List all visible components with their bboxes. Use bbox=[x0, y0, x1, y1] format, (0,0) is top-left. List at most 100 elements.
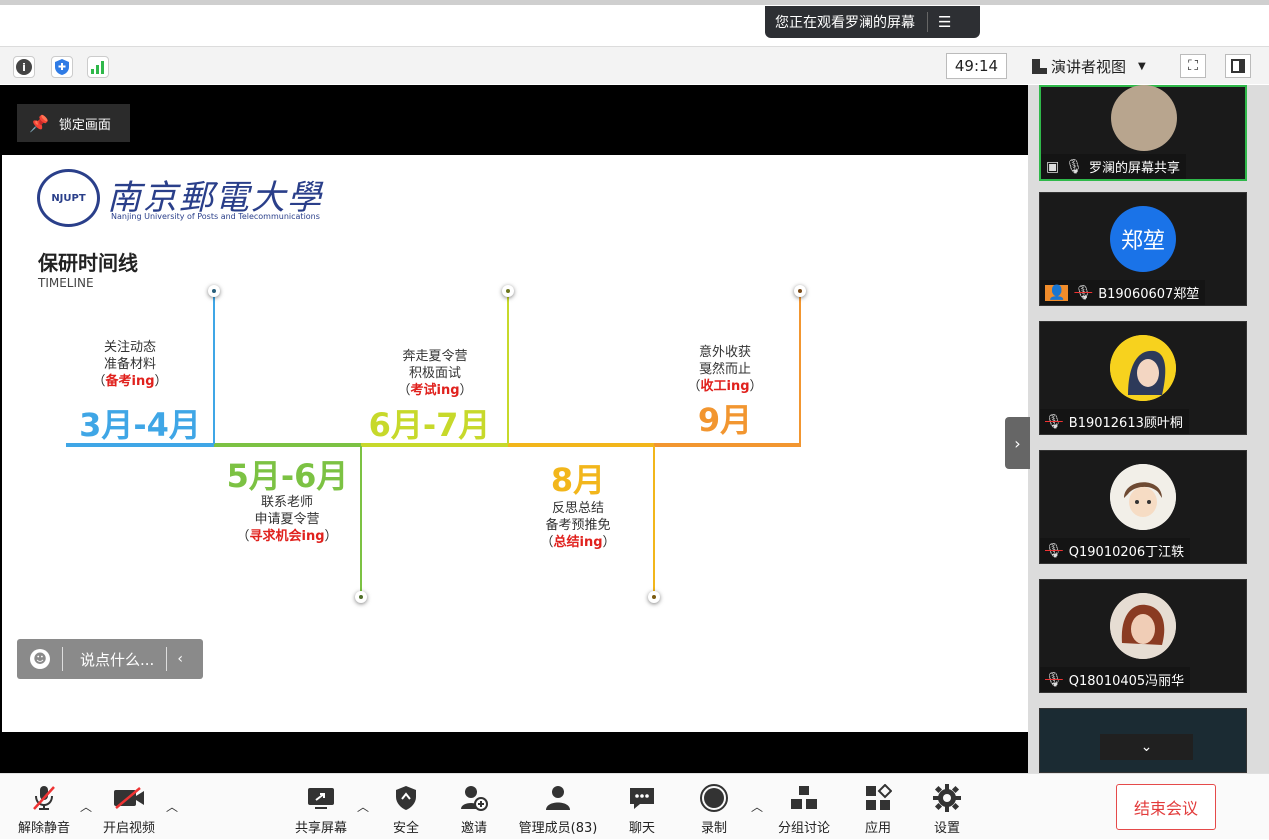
pin-view-button[interactable]: 📌 锁定画面 bbox=[17, 104, 130, 142]
list-icon[interactable]: ☰ bbox=[938, 13, 951, 31]
signal-icon[interactable] bbox=[87, 56, 109, 78]
add-user-icon bbox=[460, 783, 488, 813]
stage-4-line1: 反思总结 bbox=[551, 501, 604, 516]
pin-view-label: 锁定画面 bbox=[58, 117, 111, 133]
university-seal-icon: NJUPT bbox=[37, 169, 100, 227]
timeline-dot-3 bbox=[502, 285, 514, 297]
video-off-icon bbox=[112, 783, 146, 813]
meeting-timer: 49:14 bbox=[946, 53, 1007, 79]
breakout-rooms-button[interactable]: 分组讨论 bbox=[772, 774, 836, 840]
avatar bbox=[1110, 464, 1176, 530]
layout-icon bbox=[1032, 58, 1047, 74]
participant-name-bar: 🎙 B19012613顾叶桐 bbox=[1040, 409, 1189, 434]
chat-input-bar[interactable]: ☻ 说点什么... ‹ bbox=[17, 639, 203, 679]
stage-3-line2: 积极面试 bbox=[408, 366, 461, 381]
unmute-label: 解除静音 bbox=[17, 821, 70, 836]
muted-microphone-icon: 🎙 bbox=[1045, 671, 1063, 688]
end-meeting-button[interactable]: 结束会议 bbox=[1116, 784, 1216, 830]
slide-subtitle: TIMELINE bbox=[38, 276, 94, 290]
timeline-segment-5 bbox=[654, 443, 801, 447]
settings-button[interactable]: 设置 bbox=[926, 774, 968, 840]
security-button[interactable]: 安全 bbox=[385, 774, 427, 840]
scroll-down-button[interactable]: ⌄ bbox=[1100, 734, 1193, 760]
apps-label: 应用 bbox=[864, 821, 891, 836]
top-edge bbox=[0, 0, 1269, 5]
emoji-icon[interactable]: ☻ bbox=[30, 649, 50, 669]
view-mode-select[interactable]: 演讲者视图 ▼ bbox=[1024, 53, 1165, 79]
chat-input-placeholder[interactable]: 说点什么... bbox=[80, 649, 154, 670]
manage-members-label: 管理成员(83) bbox=[518, 821, 598, 836]
timeline-segment-4 bbox=[508, 443, 654, 447]
apps-icon bbox=[864, 783, 892, 813]
timeline-dot-2 bbox=[355, 591, 367, 603]
shield-icon[interactable] bbox=[51, 56, 73, 78]
audio-options-caret[interactable]: ︿ bbox=[80, 798, 92, 815]
participant-name-bar: 👤 🎙 B19060607郑堃 bbox=[1040, 280, 1206, 305]
avatar bbox=[1110, 335, 1176, 401]
banner-text: 您正在观看罗澜的屏幕 bbox=[775, 15, 915, 31]
record-button[interactable]: 录制 bbox=[694, 774, 734, 840]
avatar bbox=[1110, 593, 1176, 659]
stage-2-line1: 联系老师 bbox=[260, 495, 313, 510]
timeline-segment-2 bbox=[214, 443, 361, 447]
stage-3-line1: 奔走夏令营 bbox=[402, 349, 468, 364]
screen-share-icon: ▣ bbox=[1046, 158, 1060, 175]
chat-divider bbox=[166, 647, 168, 671]
university-logo-english: Nanjing University of Posts and Telecomm… bbox=[111, 212, 320, 221]
muted-microphone-icon: 🎙 bbox=[1074, 284, 1093, 301]
settings-label: 设置 bbox=[933, 821, 960, 836]
invite-label: 邀请 bbox=[460, 821, 487, 836]
chevron-down-icon: ⌄ bbox=[1140, 739, 1153, 755]
timeline-stem-3 bbox=[507, 292, 509, 444]
share-options-caret[interactable]: ︿ bbox=[357, 798, 369, 815]
fullscreen-icon[interactable]: ⛶ bbox=[1180, 54, 1206, 78]
stage-4-description: 反思总结 备考预推免 （总结ing） bbox=[518, 500, 638, 551]
stage-5-line2: 戛然而止 bbox=[698, 362, 751, 377]
participant-name-bar: 🎙 Q18010405冯丽华 bbox=[1040, 667, 1191, 692]
microphone-icon: 🎙 bbox=[1065, 158, 1084, 175]
avatar bbox=[1111, 85, 1177, 151]
info-icon[interactable]: i bbox=[13, 56, 35, 78]
meeting-toolbar: i 49:14 演讲者视图 ▼ ⛶ bbox=[0, 46, 1269, 84]
participant-tile[interactable]: 🎙 B19012613顾叶桐 bbox=[1039, 321, 1247, 435]
timeline-dot-1 bbox=[208, 285, 220, 297]
chat-icon bbox=[628, 783, 656, 813]
record-options-caret[interactable]: ︿ bbox=[751, 798, 763, 815]
participant-tile-screen-share[interactable]: ▣ 🎙 罗澜的屏幕共享 bbox=[1039, 85, 1247, 181]
participant-tile[interactable]: 🎙 Q18010405冯丽华 bbox=[1039, 579, 1247, 693]
unmute-button[interactable]: 解除静音 bbox=[12, 774, 76, 840]
invite-button[interactable]: 邀请 bbox=[453, 774, 495, 840]
chat-divider bbox=[62, 647, 63, 671]
timeline-stem-4 bbox=[653, 446, 655, 596]
participant-tile[interactable]: 🎙 Q19010206丁江轶 bbox=[1039, 450, 1247, 564]
participant-name: Q19010206丁江轶 bbox=[1068, 545, 1185, 560]
stage-1-line1: 关注动态 bbox=[103, 340, 156, 355]
start-video-button[interactable]: 开启视频 bbox=[97, 774, 161, 840]
breakout-icon bbox=[789, 783, 819, 813]
participant-name: Q18010405冯丽华 bbox=[1068, 674, 1185, 689]
chat-label: 聊天 bbox=[628, 821, 655, 836]
stage-4-line2: 备考预推免 bbox=[545, 518, 611, 533]
share-screen-label: 共享屏幕 bbox=[294, 821, 347, 836]
chat-button[interactable]: 聊天 bbox=[622, 774, 662, 840]
view-mode-label: 演讲者视图 bbox=[1051, 57, 1127, 76]
stage-5-description: 意外收获 戛然而止 （收工ing） bbox=[665, 344, 785, 395]
avatar: 郑堃 bbox=[1110, 206, 1176, 272]
stage-1-tag: 备考ing bbox=[105, 374, 155, 389]
record-label: 录制 bbox=[700, 821, 727, 836]
stage-1-period: 3月-4月 bbox=[79, 406, 201, 444]
side-panel-icon[interactable] bbox=[1225, 54, 1251, 78]
apps-button[interactable]: 应用 bbox=[857, 774, 899, 840]
participant-name: B19012613顾叶桐 bbox=[1068, 416, 1183, 431]
participant-tile[interactable]: 郑堃 👤 🎙 B19060607郑堃 bbox=[1039, 192, 1247, 306]
collapse-panel-handle[interactable]: › bbox=[1005, 417, 1030, 469]
chevron-left-icon[interactable]: ‹ bbox=[177, 651, 183, 667]
participant-name: B19060607郑堃 bbox=[1098, 287, 1200, 302]
manage-members-button[interactable]: 管理成员(83) bbox=[512, 774, 604, 840]
stage-3-description: 奔走夏令营 积极面试 （考试ing） bbox=[375, 348, 495, 399]
banner-divider bbox=[927, 12, 928, 32]
share-screen-button[interactable]: 共享屏幕 bbox=[288, 774, 354, 840]
video-options-caret[interactable]: ︿ bbox=[166, 798, 178, 815]
breakout-rooms-label: 分组讨论 bbox=[777, 821, 830, 836]
stage-2-line2: 申请夏令营 bbox=[254, 512, 320, 527]
